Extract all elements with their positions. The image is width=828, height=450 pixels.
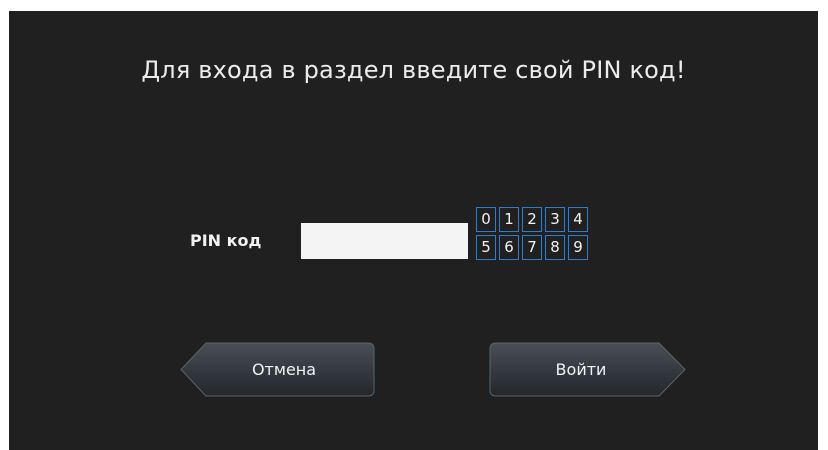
key-9[interactable]: 9 <box>568 235 588 260</box>
pin-login-screen: Для входа в раздел введите свой PIN код!… <box>9 11 818 450</box>
pin-input[interactable] <box>301 223 468 259</box>
key-4[interactable]: 4 <box>568 207 588 232</box>
key-5[interactable]: 5 <box>476 235 496 260</box>
key-1[interactable]: 1 <box>499 207 519 232</box>
key-3[interactable]: 3 <box>545 207 565 232</box>
key-6[interactable]: 6 <box>499 235 519 260</box>
pin-keypad: 0 1 2 3 4 5 6 7 8 9 <box>476 207 588 260</box>
key-0[interactable]: 0 <box>476 207 496 232</box>
key-8[interactable]: 8 <box>545 235 565 260</box>
key-2[interactable]: 2 <box>522 207 542 232</box>
cancel-button[interactable]: Отмена <box>179 342 375 397</box>
login-button[interactable]: Войти <box>489 342 687 397</box>
pin-label: PIN код <box>190 231 262 250</box>
login-button-label: Войти <box>555 360 607 379</box>
key-7[interactable]: 7 <box>522 235 542 260</box>
page-title: Для входа в раздел введите свой PIN код! <box>141 56 686 84</box>
cancel-button-label: Отмена <box>251 360 317 379</box>
